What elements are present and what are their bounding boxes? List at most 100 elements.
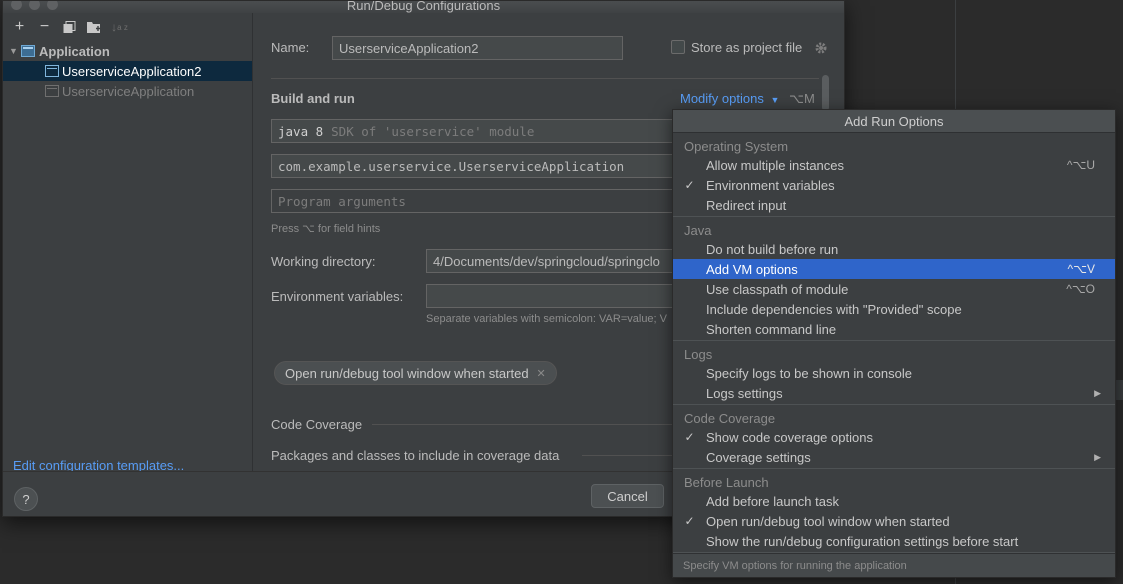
name-field[interactable]: UserserviceApplication2 <box>332 36 623 60</box>
popup-option-item[interactable]: ✓ Show code coverage options <box>673 427 1115 447</box>
coverage-packages-label: Packages and classes to include in cover… <box>271 448 560 463</box>
tree-item-userserviceapplication2[interactable]: UserserviceApplication2 <box>3 61 252 81</box>
popup-option-label: Show code coverage options <box>706 429 873 445</box>
title-bar: Run/Debug Configurations <box>3 1 844 13</box>
environment-variables-field[interactable] <box>426 284 681 308</box>
popup-option-item[interactable]: Allow multiple instances ^⌥U <box>673 155 1115 175</box>
name-label: Name: <box>271 40 310 55</box>
plus-icon[interactable]: + <box>9 17 30 37</box>
code-coverage-title: Code Coverage <box>271 417 363 432</box>
run-config-icon <box>45 85 59 97</box>
copy-icon[interactable] <box>59 17 80 37</box>
minus-icon[interactable]: − <box>34 17 55 37</box>
form-scrollbar[interactable] <box>822 75 829 111</box>
popup-group-title: Before Launch <box>684 475 769 490</box>
popup-option-item[interactable]: Shorten command line <box>673 319 1115 339</box>
popup-option-item[interactable]: Add before launch task <box>673 491 1115 511</box>
popup-option-item[interactable]: ✓ Environment variables <box>673 175 1115 195</box>
popup-group-title: Logs <box>684 347 713 362</box>
configurations-tree-pane: + − ↓ a z ▼ Application UserserviceApplic… <box>3 13 253 473</box>
tree-group-label: Application <box>39 43 110 59</box>
tree-item-label: UserserviceApplication <box>62 83 195 99</box>
jre-hint: SDK of 'userservice' module <box>331 123 535 139</box>
popup-option-label: Allow multiple instances <box>706 157 845 173</box>
checkmark-icon: ✓ <box>684 430 695 444</box>
help-button[interactable]: ? <box>14 487 38 511</box>
working-directory-field[interactable]: 4/Documents/dev/springcloud/springclo <box>426 249 681 273</box>
popup-group-title: Java <box>684 223 712 238</box>
popup-group: Code Coverage ✓ Show code coverage options… <box>673 405 1115 469</box>
submenu-arrow-icon: ▶ <box>1094 387 1101 398</box>
separator <box>582 455 682 456</box>
remove-chip-icon[interactable]: ✕ <box>537 367 546 380</box>
gear-icon[interactable] <box>814 41 828 55</box>
sort-icon[interactable]: ↓ a z <box>109 17 130 37</box>
popup-title: Add Run Options <box>673 110 1115 133</box>
field-hints-text: Press ⌥ for field hints <box>271 223 381 235</box>
popup-option-label: Environment variables <box>706 177 835 193</box>
working-directory-label: Working directory: <box>271 254 376 269</box>
popup-option-shortcut: ^⌥U <box>1066 158 1095 172</box>
popup-footer-hint: Specify VM options for running the appli… <box>673 553 1115 577</box>
checkmark-icon: ✓ <box>684 178 695 192</box>
environment-variables-label: Environment variables: <box>271 289 404 304</box>
popup-group: Operating System Allow multiple instances… <box>673 133 1115 217</box>
run-config-icon <box>45 65 59 77</box>
chevron-down-icon[interactable]: ▼ <box>9 46 21 56</box>
popup-option-label: Redirect input <box>706 197 787 213</box>
popup-option-item[interactable]: Add VM options ^⌥V <box>673 259 1115 279</box>
separator <box>271 78 819 79</box>
add-run-options-popup: Add Run Options Operating System Allow mu… <box>672 109 1116 578</box>
popup-option-label: Shorten command line <box>706 321 837 337</box>
popup-option-label: Coverage settings <box>706 449 811 465</box>
popup-group-title: Operating System <box>684 139 789 154</box>
popup-option-label: Add VM options <box>706 261 798 277</box>
separator <box>372 424 682 425</box>
program-arguments-placeholder: Program arguments <box>278 193 406 209</box>
popup-group-title: Code Coverage <box>684 411 776 426</box>
modify-options-shortcut: ⌥M <box>789 91 815 106</box>
window-title: Run/Debug Configurations <box>346 0 501 13</box>
open-tool-window-chip[interactable]: Open run/debug tool window when started … <box>274 361 557 385</box>
popup-option-item[interactable]: Coverage settings ▶ <box>673 447 1115 467</box>
popup-option-label: Logs settings <box>706 385 783 401</box>
program-arguments-field[interactable]: Program arguments <box>271 189 681 213</box>
application-icon <box>21 45 35 57</box>
store-as-project-file-label: Store as project file <box>691 40 803 55</box>
popup-option-item[interactable]: Show the run/debug configuration setting… <box>673 531 1115 551</box>
jre-field[interactable]: java 8 SDK of 'userservice' module <box>271 119 681 143</box>
popup-group: Java Do not build before run Add VM option… <box>673 217 1115 341</box>
popup-option-item[interactable]: Logs settings ▶ <box>673 383 1115 403</box>
popup-option-groups: Operating System Allow multiple instances… <box>673 133 1115 553</box>
build-and-run-title: Build and run <box>271 91 355 106</box>
popup-option-shortcut: ^⌥O <box>1066 282 1095 296</box>
popup-option-item[interactable]: Redirect input <box>673 195 1115 215</box>
tree-toolbar: + − ↓ a z <box>3 13 252 41</box>
popup-option-item[interactable]: Use classpath of module ^⌥O <box>673 279 1115 299</box>
popup-option-label: Show the run/debug configuration setting… <box>706 533 1019 549</box>
popup-option-item[interactable]: Specify logs to be shown in console <box>673 363 1115 383</box>
popup-option-label: Include dependencies with "Provided" sco… <box>706 301 962 317</box>
new-folder-icon[interactable] <box>84 17 105 37</box>
chevron-down-icon: ▼ <box>770 95 780 105</box>
popup-option-label: Specify logs to be shown in console <box>706 365 912 381</box>
popup-option-item[interactable]: Do not build before run <box>673 239 1115 259</box>
tree-item-label: UserserviceApplication2 <box>62 63 202 79</box>
popup-group: Before Launch Add before launch task ✓ Open… <box>673 469 1115 553</box>
environment-variables-hint: Separate variables with semicolon: VAR=v… <box>426 313 668 325</box>
popup-option-item[interactable]: ✓ Open run/debug tool window when started <box>673 511 1115 531</box>
jre-value: java 8 <box>278 123 324 139</box>
popup-option-item[interactable]: Include dependencies with "Provided" sco… <box>673 299 1115 319</box>
popup-option-label: Open run/debug tool window when started <box>706 513 950 529</box>
modify-options-link[interactable]: Modify options ▼ ⌥M <box>680 91 815 107</box>
store-as-project-file-checkbox[interactable] <box>671 40 685 54</box>
chip-label: Open run/debug tool window when started <box>285 365 529 381</box>
tree-item-userserviceapplication[interactable]: UserserviceApplication <box>3 81 252 101</box>
popup-option-label: Add before launch task <box>706 493 839 509</box>
popup-option-label: Do not build before run <box>706 241 839 257</box>
tree-group-application[interactable]: ▼ Application <box>3 41 252 61</box>
submenu-arrow-icon: ▶ <box>1094 451 1101 462</box>
main-class-field[interactable]: com.example.userservice.UserserviceAppli… <box>271 154 681 178</box>
cancel-button[interactable]: Cancel <box>591 484 664 508</box>
modify-options-label: Modify options <box>680 91 764 106</box>
